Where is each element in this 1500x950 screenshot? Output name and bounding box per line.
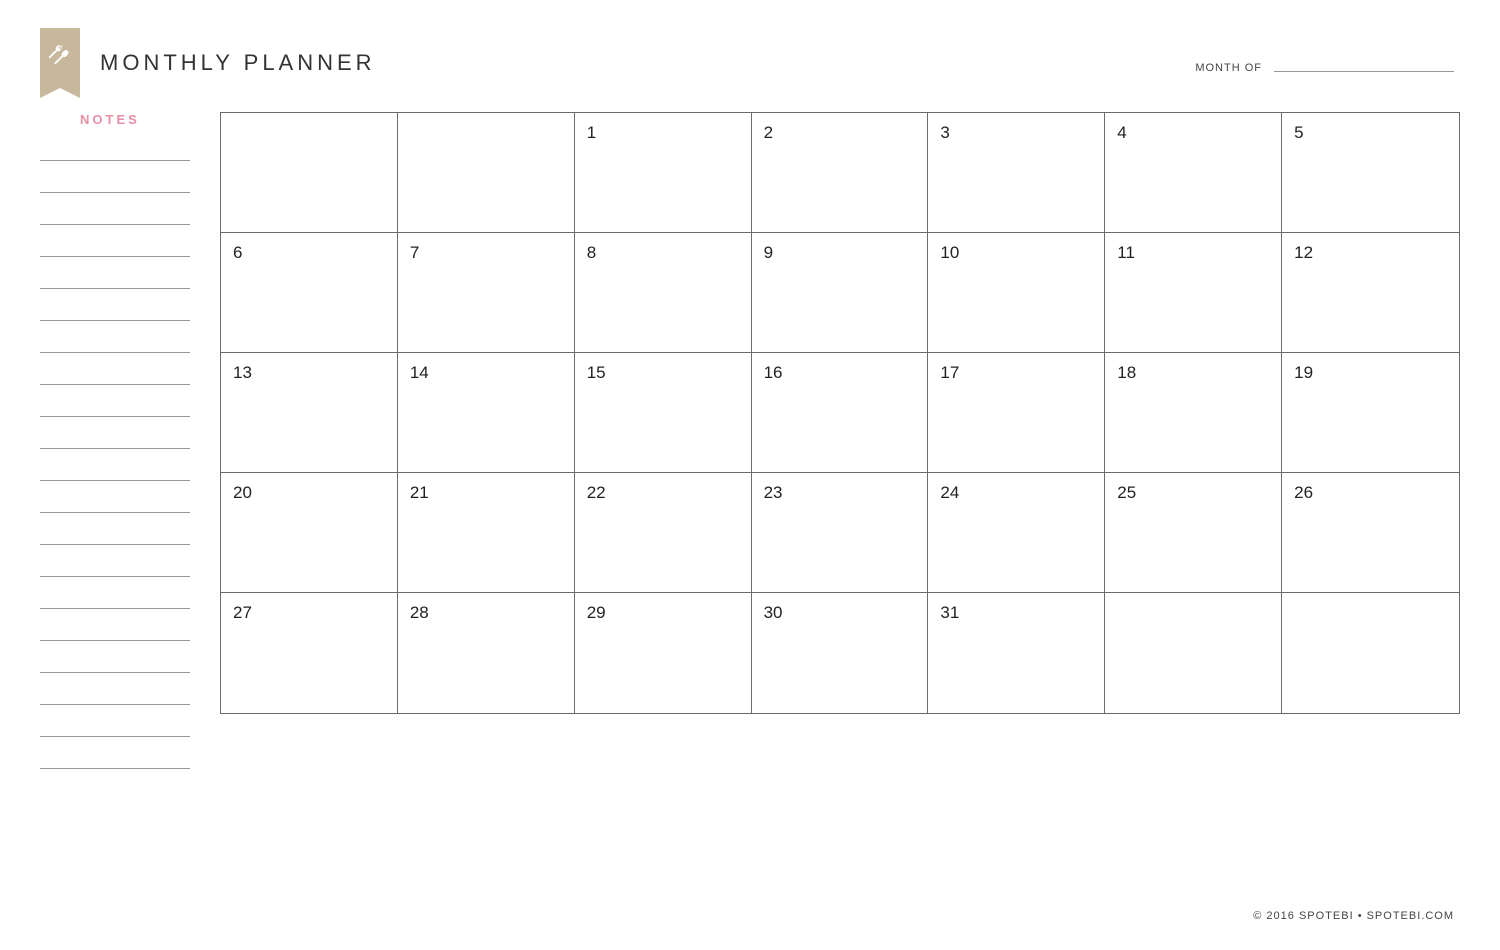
calendar-cell[interactable] [1282, 593, 1459, 713]
note-line[interactable] [40, 661, 190, 673]
calendar-cell[interactable] [221, 113, 398, 233]
note-line[interactable] [40, 437, 190, 449]
note-line[interactable] [40, 405, 190, 417]
note-line[interactable] [40, 373, 190, 385]
month-of-field: MONTH OF [1195, 58, 1454, 74]
note-line[interactable] [40, 341, 190, 353]
note-line[interactable] [40, 501, 190, 513]
calendar-cell[interactable]: 24 [928, 473, 1105, 593]
calendar-cell[interactable]: 29 [575, 593, 752, 713]
calendar-cell[interactable]: 30 [752, 593, 929, 713]
calendar-cell[interactable]: 3 [928, 113, 1105, 233]
note-line[interactable] [40, 693, 190, 705]
month-of-label: MONTH OF [1195, 62, 1262, 74]
calendar-cell[interactable]: 18 [1105, 353, 1282, 473]
calendar-cell[interactable]: 17 [928, 353, 1105, 473]
header-left: MONTHLY PLANNER [40, 28, 376, 88]
calendar-cell[interactable] [398, 113, 575, 233]
utensils-icon [49, 45, 71, 72]
note-line[interactable] [40, 309, 190, 321]
calendar-cell[interactable]: 31 [928, 593, 1105, 713]
calendar-cell[interactable]: 1 [575, 113, 752, 233]
calendar-cell[interactable]: 27 [221, 593, 398, 713]
month-of-input-line[interactable] [1274, 58, 1454, 72]
calendar-cell[interactable]: 9 [752, 233, 929, 353]
calendar-cell[interactable]: 10 [928, 233, 1105, 353]
calendar-cell[interactable]: 14 [398, 353, 575, 473]
calendar-cell[interactable]: 11 [1105, 233, 1282, 353]
note-line[interactable] [40, 565, 190, 577]
header: MONTHLY PLANNER MONTH OF [40, 28, 1460, 88]
calendar-cell[interactable]: 2 [752, 113, 929, 233]
calendar-cell[interactable]: 16 [752, 353, 929, 473]
calendar-cell[interactable]: 25 [1105, 473, 1282, 593]
calendar-cell[interactable]: 12 [1282, 233, 1459, 353]
planner-page: MONTHLY PLANNER MONTH OF NOTES 123456789… [0, 0, 1500, 950]
calendar-cell[interactable]: 26 [1282, 473, 1459, 593]
calendar-grid: 1234567891011121314151617181920212223242… [220, 112, 1460, 714]
note-lines [40, 149, 190, 769]
footer-text: © 2016 SPOTEBI • SPOTEBI.COM [1253, 910, 1454, 922]
ribbon-badge [40, 28, 80, 88]
note-line[interactable] [40, 469, 190, 481]
note-line[interactable] [40, 725, 190, 737]
calendar-cell[interactable]: 20 [221, 473, 398, 593]
note-line[interactable] [40, 629, 190, 641]
calendar-cell[interactable]: 19 [1282, 353, 1459, 473]
calendar-cell[interactable]: 28 [398, 593, 575, 713]
content: NOTES 1234567891011121314151617181920212… [40, 112, 1460, 769]
note-line[interactable] [40, 757, 190, 769]
calendar-cell[interactable]: 13 [221, 353, 398, 473]
note-line[interactable] [40, 213, 190, 225]
note-line[interactable] [40, 149, 190, 161]
note-line[interactable] [40, 181, 190, 193]
page-title: MONTHLY PLANNER [100, 50, 376, 76]
note-line[interactable] [40, 277, 190, 289]
calendar-cell[interactable]: 8 [575, 233, 752, 353]
calendar: 1234567891011121314151617181920212223242… [220, 112, 1460, 769]
note-line[interactable] [40, 245, 190, 257]
notes-heading: NOTES [80, 112, 190, 127]
calendar-cell[interactable]: 4 [1105, 113, 1282, 233]
note-line[interactable] [40, 597, 190, 609]
calendar-cell[interactable]: 15 [575, 353, 752, 473]
calendar-cell[interactable]: 7 [398, 233, 575, 353]
calendar-cell[interactable]: 23 [752, 473, 929, 593]
calendar-cell[interactable]: 22 [575, 473, 752, 593]
calendar-cell[interactable]: 6 [221, 233, 398, 353]
note-line[interactable] [40, 533, 190, 545]
calendar-cell[interactable] [1105, 593, 1282, 713]
calendar-cell[interactable]: 5 [1282, 113, 1459, 233]
calendar-cell[interactable]: 21 [398, 473, 575, 593]
notes-column: NOTES [40, 112, 190, 769]
